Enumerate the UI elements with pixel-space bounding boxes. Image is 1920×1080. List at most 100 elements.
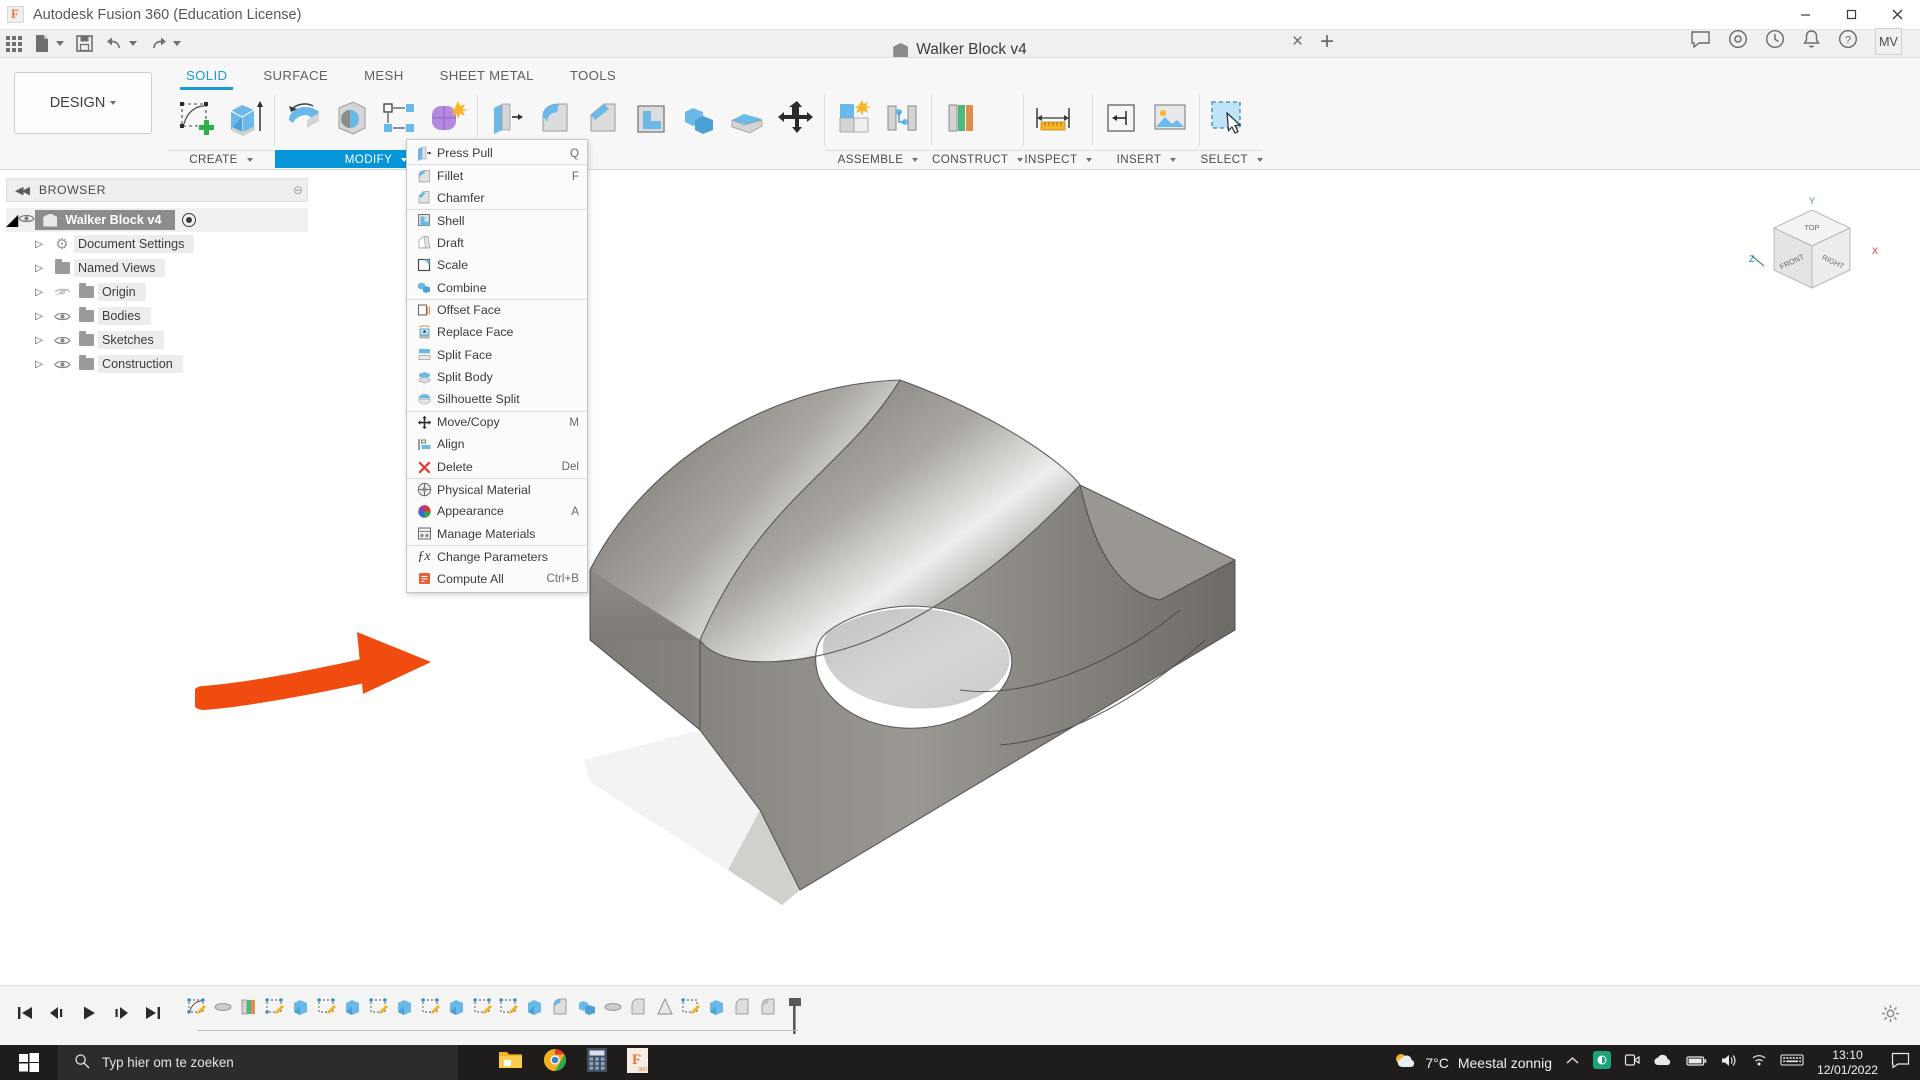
save-icon[interactable] xyxy=(70,30,99,58)
menu-item-draft[interactable]: Draft xyxy=(407,232,587,254)
ribbon-panel-insert-label[interactable]: INSERT xyxy=(1093,150,1199,168)
menu-item-change-parameters[interactable]: ƒx Change Parameters xyxy=(407,545,587,567)
calculator-icon[interactable] xyxy=(587,1048,607,1077)
menu-item-split-face[interactable]: Split Face xyxy=(407,344,587,366)
menu-item-scale[interactable]: Scale xyxy=(407,254,587,276)
timeline-feature[interactable] xyxy=(496,996,522,1018)
user-avatar[interactable]: MV xyxy=(1875,28,1902,55)
timeline-feature[interactable] xyxy=(730,996,756,1018)
browser-item-origin[interactable]: ▷ Origin xyxy=(6,280,308,304)
document-tab[interactable]: Walker Block v4 xyxy=(893,41,1027,59)
chamfer-tool-icon[interactable] xyxy=(580,92,626,144)
extrude-icon[interactable] xyxy=(222,92,268,144)
question-icon[interactable]: ? xyxy=(1838,29,1858,54)
timeline-feature[interactable] xyxy=(262,996,288,1018)
volume-icon[interactable] xyxy=(1720,1053,1737,1073)
menu-item-manage-materials[interactable]: Manage Materials xyxy=(407,523,587,545)
timeline-feature[interactable] xyxy=(548,996,574,1018)
pattern-icon[interactable] xyxy=(377,92,423,144)
joint-icon[interactable] xyxy=(879,92,925,144)
measure-icon[interactable] xyxy=(1030,92,1076,144)
move-copy-tool-icon[interactable] xyxy=(772,92,818,144)
revolve-icon[interactable] xyxy=(281,92,327,144)
ribbon-panel-create-label[interactable]: CREATE xyxy=(168,150,274,168)
sweep-icon[interactable] xyxy=(329,92,375,144)
browser-item-document-settings[interactable]: ▷ ⚙ Document Settings xyxy=(6,232,308,256)
undo-icon[interactable] xyxy=(99,30,143,58)
keyboard-icon[interactable] xyxy=(1780,1053,1804,1072)
chrome-icon[interactable] xyxy=(543,1048,567,1077)
insert-image-icon[interactable] xyxy=(1147,92,1193,144)
timeline-feature[interactable] xyxy=(522,996,548,1018)
visibility-eye-off-icon[interactable] xyxy=(50,286,74,298)
menu-item-fillet[interactable]: Fillet F xyxy=(407,164,587,186)
timeline-settings-icon[interactable] xyxy=(1881,1004,1900,1028)
panel-grip-icon[interactable]: ⊖ xyxy=(293,183,303,197)
go-to-start-icon[interactable] xyxy=(16,1005,34,1026)
collapse-icon[interactable]: ◀◀ xyxy=(15,184,28,197)
windows-start-icon[interactable] xyxy=(0,1045,58,1080)
browser-header[interactable]: ◀◀ BROWSER ⊖ xyxy=(6,178,308,202)
new-tab-icon[interactable]: + xyxy=(1320,30,1334,54)
combine-tool-icon[interactable] xyxy=(676,92,722,144)
insert-derive-icon[interactable] xyxy=(1099,92,1145,144)
expand-triangle-icon[interactable]: ▷ xyxy=(28,263,50,274)
browser-item-sketches[interactable]: ▷ Sketches xyxy=(6,328,308,352)
menu-item-shell[interactable]: Shell xyxy=(407,209,587,231)
document-tab-close-icon[interactable]: × xyxy=(1292,32,1303,51)
timeline-feature[interactable] xyxy=(366,996,392,1018)
step-forward-icon[interactable] xyxy=(112,1005,130,1026)
menu-item-appearance[interactable]: Appearance A xyxy=(407,500,587,522)
fusion360-icon[interactable]: F360 xyxy=(627,1048,648,1078)
timeline-feature[interactable] xyxy=(184,996,210,1018)
timeline-feature[interactable] xyxy=(574,996,600,1018)
browser-item-named-views[interactable]: ▷ Named Views xyxy=(6,256,308,280)
timeline-feature[interactable] xyxy=(756,996,782,1018)
timeline-feature[interactable] xyxy=(626,996,652,1018)
construction-plane-icon[interactable] xyxy=(938,92,984,144)
timeline-feature[interactable] xyxy=(314,996,340,1018)
menu-item-split-body[interactable]: Split Body xyxy=(407,366,587,388)
close-button[interactable] xyxy=(1874,0,1920,30)
expand-triangle-icon[interactable]: ▷ xyxy=(28,359,50,370)
play-icon[interactable] xyxy=(80,1005,98,1026)
ribbon-panel-assemble-label[interactable]: ASSEMBLE xyxy=(825,150,931,168)
browser-root-row[interactable]: ◢ Walker Block v4 xyxy=(6,208,308,232)
browser-item-construction[interactable]: ▷ Construction xyxy=(6,352,308,376)
timeline-feature[interactable] xyxy=(678,996,704,1018)
file-explorer-icon[interactable] xyxy=(498,1049,523,1076)
visibility-eye-icon[interactable] xyxy=(18,211,35,229)
action-center-icon[interactable] xyxy=(1891,1052,1910,1074)
visibility-eye-icon[interactable] xyxy=(50,335,74,346)
create-sketch-icon[interactable] xyxy=(174,92,220,144)
menu-item-compute-all[interactable]: Compute All Ctrl+B xyxy=(407,567,587,589)
timeline-feature[interactable] xyxy=(470,996,496,1018)
timeline-feature[interactable] xyxy=(704,996,730,1018)
visibility-eye-icon[interactable] xyxy=(50,359,74,370)
timeline-feature[interactable] xyxy=(418,996,444,1018)
press-pull-tool-icon[interactable] xyxy=(484,92,530,144)
timeline-feature[interactable] xyxy=(444,996,470,1018)
timeline-feature[interactable] xyxy=(210,996,236,1018)
timeline-feature[interactable] xyxy=(600,996,626,1018)
menu-item-move-copy[interactable]: Move/Copy M xyxy=(407,411,587,433)
activate-component-icon[interactable] xyxy=(182,213,196,227)
timeline-feature[interactable] xyxy=(652,996,678,1018)
new-component-icon[interactable] xyxy=(831,92,877,144)
browser-item-bodies[interactable]: ▷ Bodies xyxy=(6,304,308,328)
timeline-feature[interactable] xyxy=(236,996,262,1018)
step-back-icon[interactable] xyxy=(48,1005,66,1026)
ribbon-panel-inspect-label[interactable]: INSPECT xyxy=(1024,150,1092,168)
app-grid-icon[interactable] xyxy=(0,30,28,58)
offset-face-tool-icon[interactable] xyxy=(724,92,770,144)
history-clock-icon[interactable] xyxy=(1765,29,1785,54)
menu-item-offset-face[interactable]: Offset Face xyxy=(407,299,587,321)
expand-triangle-icon[interactable]: ▷ xyxy=(28,287,50,298)
timeline-track[interactable] xyxy=(197,1030,798,1031)
comment-icon[interactable] xyxy=(1690,30,1711,54)
bell-icon[interactable] xyxy=(1802,29,1821,54)
chevron-up-icon[interactable] xyxy=(1565,1054,1580,1072)
ribbon-tab-surface[interactable]: SURFACE xyxy=(245,64,346,89)
wifi-icon[interactable] xyxy=(1750,1053,1767,1072)
menu-item-align[interactable]: Align xyxy=(407,433,587,455)
